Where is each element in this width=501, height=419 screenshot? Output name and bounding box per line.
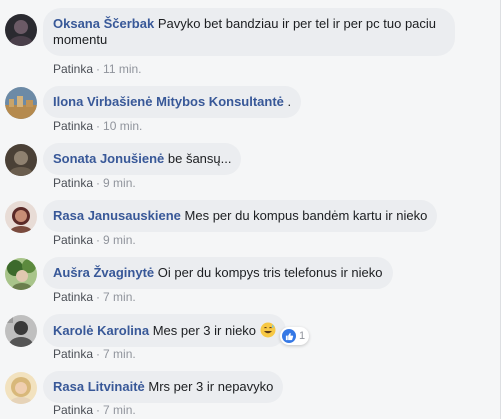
like-link[interactable]: Patinka [53, 176, 93, 190]
comment-text: Oi per du kompys tris telefonus ir nieko [157, 265, 383, 280]
separator: · [96, 347, 101, 361]
comment-author[interactable]: Ilona Virbašienė Mitybos Konsultantė [53, 94, 284, 109]
comment-text: . [287, 94, 292, 109]
comment-time[interactable]: 7 min. [103, 347, 136, 361]
avatar[interactable] [5, 372, 37, 404]
comment-bubble: Oksana Ščerbak Pavyko bet bandziau ir pe… [43, 8, 455, 56]
reaction-number: 1 [299, 330, 306, 342]
comment-bubble: Rasa Litvinaitė Mrs per 3 ir nepavyko [43, 371, 284, 403]
avatar[interactable] [5, 144, 37, 176]
comment-meta: Patinka · 9 min. [53, 175, 136, 191]
thumbs-up-icon [282, 329, 296, 343]
comment-list: Oksana Ščerbak Pavyko bet bandziau ir pe… [0, 0, 501, 419]
comment-author[interactable]: Karolė Karolina [53, 323, 149, 338]
comment-bubble: Sonata Jonušienė be šansų... [43, 143, 242, 175]
comment-bubble: Karolė Karolina Mes per 3 ir nieko [43, 314, 286, 347]
like-link[interactable]: Patinka [53, 290, 93, 304]
comment-bubble: Ilona Virbašienė Mitybos Konsultantė . [43, 86, 302, 118]
comment-time[interactable]: 7 min. [103, 403, 136, 417]
grinning-sweat-emoji-icon [260, 322, 276, 338]
comment-time[interactable]: 11 min. [103, 62, 141, 76]
comment-author[interactable]: Aušra Žvaginytė [53, 265, 154, 280]
comment-meta: Patinka · 7 min. [53, 346, 136, 362]
like-link[interactable]: Patinka [53, 233, 93, 247]
like-link[interactable]: Patinka [53, 403, 93, 417]
avatar[interactable] [5, 14, 37, 46]
reaction-count[interactable]: 1 [280, 327, 310, 345]
comment-time[interactable]: 9 min. [103, 176, 136, 190]
separator: · [96, 403, 101, 417]
comment-meta: Patinka · 7 min. [53, 402, 136, 418]
separator: · [96, 290, 101, 304]
avatar[interactable] [5, 315, 37, 347]
comment-author[interactable]: Sonata Jonušienė [53, 151, 164, 166]
comment-meta: Patinka · 9 min. [53, 232, 136, 248]
comment-meta: Patinka · 7 min. [53, 289, 136, 305]
like-link[interactable]: Patinka [53, 62, 93, 76]
comment-text: Mes per 3 ir nieko [152, 323, 257, 338]
avatar[interactable] [5, 87, 37, 119]
separator: · [96, 62, 101, 76]
comment-time[interactable]: 9 min. [103, 233, 136, 247]
comment-meta: Patinka · 11 min. [53, 61, 142, 77]
comment-meta: Patinka · 10 min. [53, 118, 142, 134]
comment-bubble: Rasa Janusauskiene Mes per du kompus ban… [43, 200, 438, 232]
comment-time[interactable]: 10 min. [103, 119, 142, 133]
comment-text: be šansų... [167, 151, 232, 166]
comment-text: Mrs per 3 ir nepavyko [148, 379, 274, 394]
separator: · [96, 119, 101, 133]
separator: · [96, 176, 101, 190]
comment-time[interactable]: 7 min. [103, 290, 136, 304]
like-link[interactable]: Patinka [53, 347, 93, 361]
comment-author[interactable]: Oksana Ščerbak [53, 16, 154, 31]
separator: · [96, 233, 101, 247]
like-link[interactable]: Patinka [53, 119, 93, 133]
comment-author[interactable]: Rasa Litvinaitė [53, 379, 145, 394]
comment-bubble: Aušra Žvaginytė Oi per du kompys tris te… [43, 257, 393, 289]
avatar[interactable] [5, 258, 37, 290]
comment-author[interactable]: Rasa Janusauskiene [53, 208, 181, 223]
avatar[interactable] [5, 201, 37, 233]
comment-text: Mes per du kompus bandėm kartu ir nieko [184, 208, 428, 223]
